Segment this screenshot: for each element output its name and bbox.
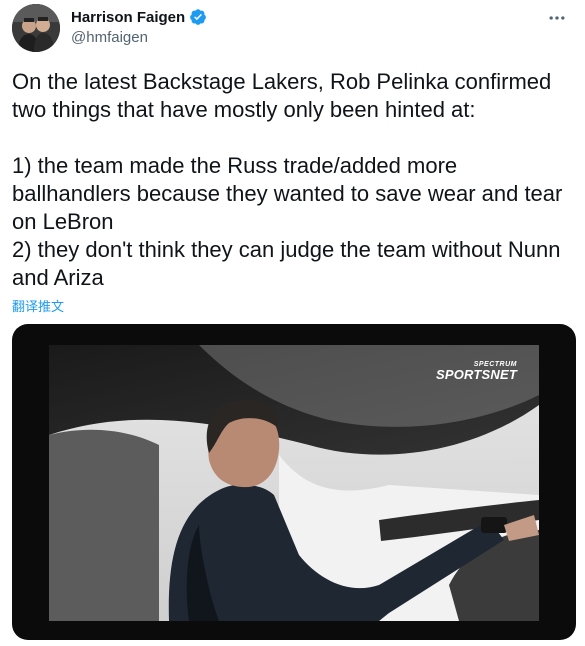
sportsnet-watermark: SPECTRUM SPORTSNET (436, 361, 517, 381)
video-still-image (49, 345, 539, 621)
video-frame[interactable]: SPECTRUM SPORTSNET (49, 345, 539, 621)
avatar[interactable] (12, 4, 60, 52)
avatar-photo (12, 4, 60, 52)
author-name-row[interactable]: Harrison Faigen (71, 8, 207, 26)
translate-tweet-link[interactable]: 翻译推文 (12, 296, 64, 315)
author-name[interactable]: Harrison Faigen (71, 9, 185, 26)
verified-badge-icon (190, 9, 207, 25)
watermark-main-text: SPORTSNET (435, 367, 517, 382)
more-options-icon[interactable] (545, 6, 569, 30)
tweet-video[interactable]: SPECTRUM SPORTSNET (12, 324, 576, 640)
author-handle[interactable]: @hmfaigen (71, 29, 148, 46)
tweet-text: On the latest Backstage Lakers, Rob Peli… (12, 69, 563, 290)
